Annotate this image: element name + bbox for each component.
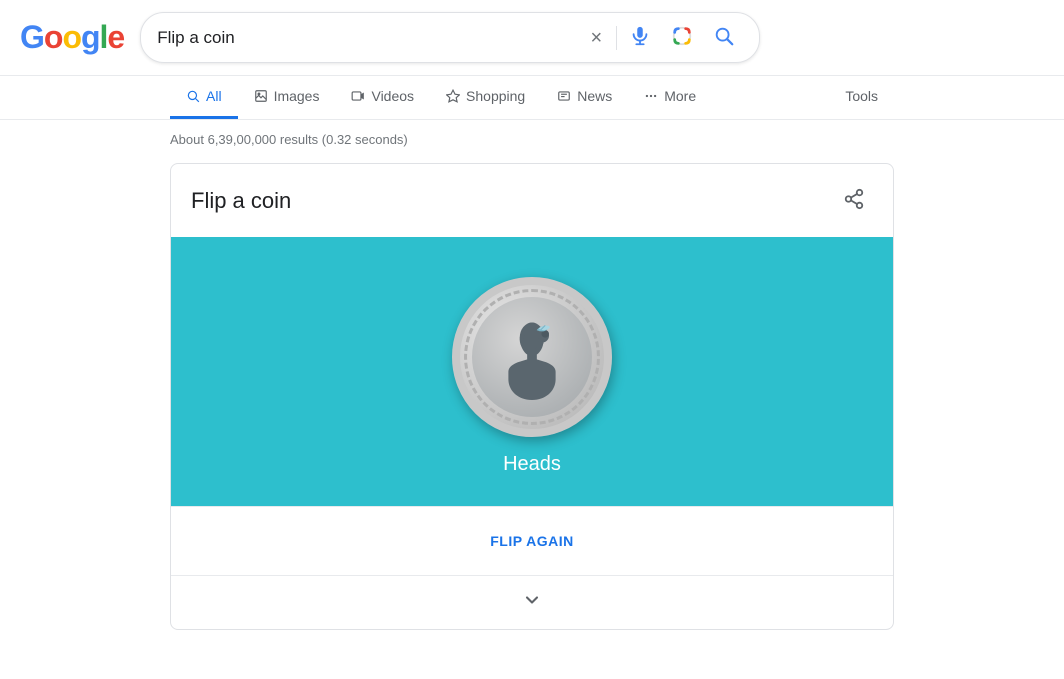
tab-news-label: News <box>577 88 612 104</box>
images-icon <box>254 89 268 103</box>
microphone-icon <box>629 25 651 50</box>
more-icon <box>644 89 658 103</box>
clear-button[interactable]: × <box>585 26 609 50</box>
flip-again-button[interactable]: FLIP AGAIN <box>474 525 590 557</box>
tab-shopping-label: Shopping <box>466 88 525 104</box>
coin-card: Flip a coin <box>170 163 894 630</box>
coin-heads-silhouette <box>497 315 567 400</box>
nav-tabs: All Images Videos Shopping News More Too… <box>0 76 1064 120</box>
close-icon: × <box>591 27 603 49</box>
logo-g: G <box>20 19 44 55</box>
tab-videos[interactable]: Videos <box>335 76 430 119</box>
tools-label: Tools <box>845 88 878 104</box>
coin-card-title: Flip a coin <box>191 188 291 214</box>
tab-all[interactable]: All <box>170 76 238 119</box>
all-icon <box>186 89 200 103</box>
tab-images[interactable]: Images <box>238 76 336 119</box>
lens-button[interactable] <box>667 21 697 54</box>
tools-button[interactable]: Tools <box>829 76 894 119</box>
expand-row[interactable] <box>171 575 893 629</box>
shopping-icon <box>446 89 460 103</box>
tab-shopping[interactable]: Shopping <box>430 76 541 119</box>
search-icon-group <box>625 21 697 54</box>
coin <box>452 277 612 437</box>
logo-o2: o <box>62 19 81 55</box>
news-icon <box>557 89 571 103</box>
tab-news[interactable]: News <box>541 76 628 119</box>
search-submit-button[interactable] <box>705 21 743 54</box>
results-count-text: About 6,39,00,000 results (0.32 seconds) <box>170 132 408 147</box>
results-count: About 6,39,00,000 results (0.32 seconds) <box>0 120 1064 155</box>
videos-icon <box>351 89 365 103</box>
search-icon <box>713 25 735 50</box>
coin-display[interactable]: Heads <box>171 237 893 506</box>
tab-more-label: More <box>664 88 696 104</box>
logo-g2: g <box>81 19 100 55</box>
chevron-down-icon <box>522 590 542 615</box>
tab-images-label: Images <box>274 88 320 104</box>
google-logo[interactable]: Google <box>20 19 124 56</box>
tab-more[interactable]: More <box>628 76 712 119</box>
tab-videos-label: Videos <box>371 88 414 104</box>
search-input[interactable]: Flip a coin <box>157 28 576 48</box>
logo-e: e <box>107 19 124 55</box>
logo-o1: o <box>44 19 63 55</box>
search-bar: Flip a coin × <box>140 12 760 63</box>
coin-card-header: Flip a coin <box>171 164 893 237</box>
coin-face <box>472 297 592 417</box>
flip-again-label: FLIP AGAIN <box>490 533 574 549</box>
share-icon <box>843 188 865 213</box>
tab-all-label: All <box>206 88 222 104</box>
divider <box>616 26 617 50</box>
coin-result-label: Heads <box>503 453 561 476</box>
microphone-button[interactable] <box>625 21 655 54</box>
header: Google Flip a coin × <box>0 0 1064 76</box>
flip-again-row: FLIP AGAIN <box>171 506 893 575</box>
share-button[interactable] <box>835 180 873 221</box>
lens-icon <box>671 25 693 50</box>
